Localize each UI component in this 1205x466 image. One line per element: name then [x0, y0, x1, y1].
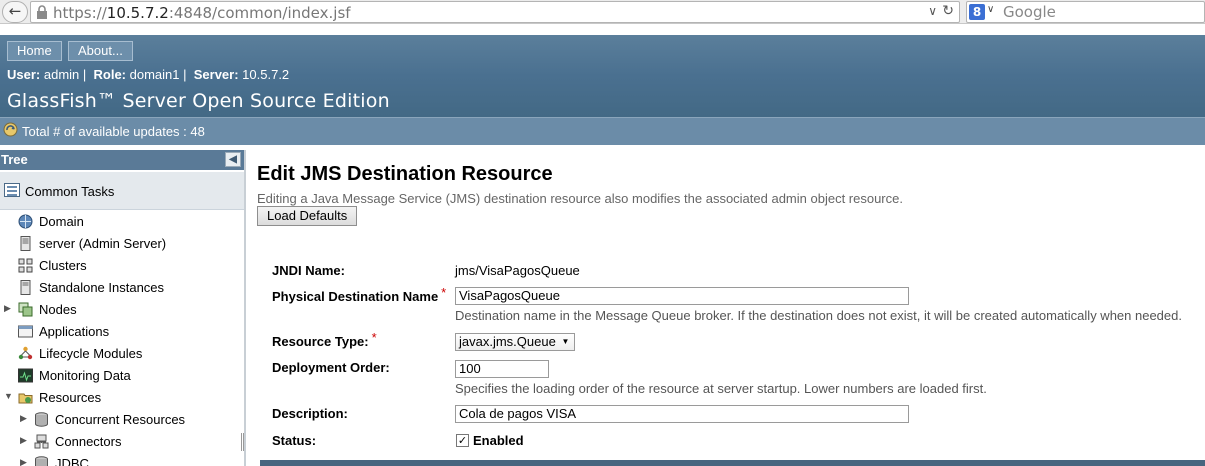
dropdown-caret-icon: ▼: [561, 337, 570, 346]
jndi-name-label: JNDI Name:: [272, 263, 345, 278]
expand-icon[interactable]: ▶: [20, 435, 27, 446]
reload-icon[interactable]: ↻: [942, 3, 954, 19]
nodes-icon: [18, 302, 33, 317]
search-engine-dropdown-icon[interactable]: ∨: [987, 4, 994, 15]
navigation-tree: Tree ◀ Common Tasks Domain server (Admin…: [0, 150, 246, 466]
connectors-icon: [34, 434, 49, 449]
resource-type-value: javax.jms.Queue: [459, 334, 556, 349]
about-button[interactable]: About...: [68, 41, 133, 61]
server-label: Server:: [193, 67, 239, 82]
lock-icon: [37, 5, 47, 19]
clusters-icon: [18, 258, 33, 273]
url-text: https://10.5.7.2:4848/common/index.jsf: [53, 4, 351, 22]
product-title: GlassFish™ Server Open Source Edition: [7, 90, 390, 112]
common-tasks[interactable]: Common Tasks: [0, 172, 244, 210]
home-button[interactable]: Home: [7, 41, 62, 61]
physical-destination-input[interactable]: VisaPagosQueue: [455, 287, 909, 305]
back-arrow-icon: ←: [8, 2, 22, 20]
masthead: Home About... User: admin | Role: domain…: [0, 35, 1205, 117]
jndi-name-value: jms/VisaPagosQueue: [455, 263, 580, 278]
search-placeholder: Google: [1003, 3, 1056, 21]
deployment-order-input[interactable]: 100: [455, 360, 549, 378]
expand-icon[interactable]: ▶: [20, 457, 27, 466]
tree-resize-handle[interactable]: [241, 433, 244, 451]
search-bar[interactable]: 8 ∨ Google: [966, 1, 1205, 23]
physical-destination-help: Destination name in the Message Queue br…: [455, 308, 1182, 323]
status-label: Status:: [272, 433, 317, 448]
lifecycle-icon: [18, 346, 33, 360]
physical-destination-label: Physical Destination Name *: [272, 285, 447, 304]
deployment-order-label: Deployment Order:: [272, 360, 390, 375]
description-input[interactable]: Cola de pagos VISA: [455, 405, 909, 423]
common-tasks-icon: [4, 183, 20, 197]
expand-icon[interactable]: ▶: [4, 303, 11, 314]
button-bar: [260, 460, 1205, 466]
expand-icon[interactable]: ▶: [20, 413, 27, 424]
instances-icon: [20, 280, 31, 295]
page-help-text: Editing a Java Message Service (JMS) des…: [257, 191, 903, 206]
google-icon[interactable]: 8: [969, 4, 985, 20]
jdbc-icon: [35, 456, 48, 466]
address-bar[interactable]: https://10.5.7.2:4848/common/index.jsf ∨…: [30, 1, 960, 23]
server-value: 10.5.7.2: [242, 67, 290, 82]
back-button[interactable]: ←: [2, 1, 28, 23]
collapse-icon[interactable]: ▼: [4, 391, 13, 401]
server-icon: [20, 236, 31, 251]
domain-icon: [18, 214, 33, 229]
applications-icon: [18, 325, 33, 338]
deployment-order-help: Specifies the loading order of the resou…: [455, 381, 987, 396]
role-label: Role:: [93, 67, 127, 82]
user-value: admin: [43, 67, 80, 82]
monitoring-icon: [18, 368, 33, 383]
user-label: User:: [7, 67, 41, 82]
description-label: Description:: [272, 406, 348, 421]
common-tasks-label: Common Tasks: [25, 184, 115, 199]
role-value: domain1: [129, 67, 180, 82]
update-icon[interactable]: [3, 122, 18, 137]
main-content: Edit JMS Destination Resource Editing a …: [248, 150, 1205, 466]
url-dropdown-icon[interactable]: ∨: [928, 4, 937, 18]
resources-icon: [18, 393, 33, 404]
load-defaults-button[interactable]: Load Defaults: [257, 206, 358, 226]
updates-link[interactable]: Total # of available updates : 48: [22, 124, 205, 139]
resource-type-label: Resource Type: *: [272, 330, 377, 349]
tree-title: Tree: [1, 152, 28, 167]
collapse-tree-button[interactable]: ◀: [225, 152, 241, 167]
concurrent-icon: [35, 412, 48, 427]
enabled-checkbox[interactable]: ✓: [456, 434, 469, 447]
page-title: Edit JMS Destination Resource: [257, 163, 553, 185]
enabled-label: Enabled: [473, 433, 524, 448]
required-marker: *: [371, 330, 377, 345]
resource-type-select[interactable]: javax.jms.Queue ▼: [455, 333, 575, 351]
user-info: User: admin | Role: domain1 | Server: 10…: [7, 67, 290, 82]
updates-bar: Total # of available updates : 48: [0, 117, 1205, 145]
required-marker: *: [441, 285, 447, 300]
tree-header: Tree ◀: [0, 150, 244, 170]
browser-toolbar: ← https://10.5.7.2:4848/common/index.jsf…: [0, 0, 1205, 24]
